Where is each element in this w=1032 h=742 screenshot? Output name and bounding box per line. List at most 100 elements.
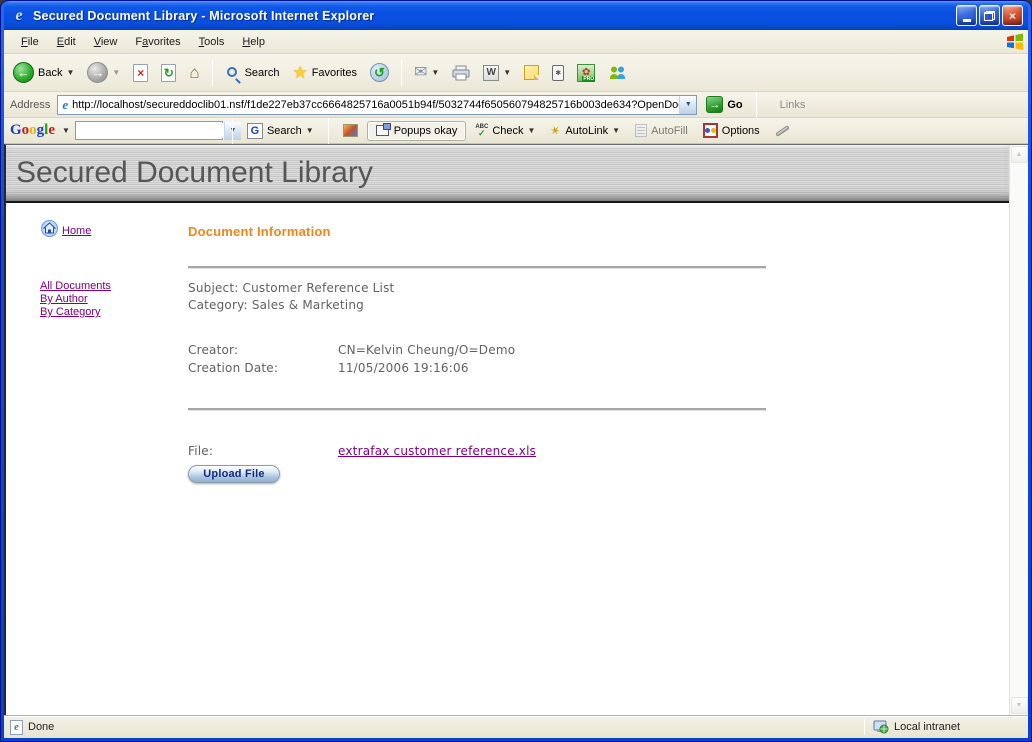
stop-button[interactable]: × (128, 61, 153, 85)
edit-dropdown-icon: ▼ (503, 68, 511, 77)
scroll-down-button[interactable]: ▼ (1011, 697, 1028, 714)
google-search-dropdown-icon: ▼ (306, 126, 314, 135)
upload-file-button[interactable]: Upload File (188, 465, 280, 483)
windows-logo-icon (1004, 31, 1026, 53)
horizontal-rule (188, 266, 766, 269)
favorites-star-icon: ★ (292, 64, 307, 81)
pagerank-button[interactable] (338, 121, 363, 140)
autofill-icon (635, 124, 647, 137)
google-search-button[interactable]: G Search ▼ (242, 120, 319, 142)
browser-window: e Secured Document Library - Microsoft I… (0, 0, 1032, 742)
scroll-down-icon: ▼ (1016, 702, 1023, 709)
restore-icon (984, 11, 995, 21)
forward-button[interactable]: → ▼ (82, 59, 125, 86)
spellcheck-button[interactable]: ABC✓ Check ▼ (470, 121, 540, 141)
autolink-label: AutoLink (565, 125, 608, 137)
back-dropdown-icon: ▼ (66, 68, 74, 77)
google-logo[interactable]: Google (10, 122, 55, 139)
autolink-button[interactable]: ✶ AutoLink ▼ (545, 120, 625, 142)
sidebar-home-link[interactable]: Home (40, 220, 188, 237)
back-button[interactable]: ← Back ▼ (8, 59, 79, 86)
security-zone-label: Local intranet (894, 721, 960, 733)
creator-block: Creator: CN=Kelvin Cheung/O=Demo Creatio… (188, 341, 766, 377)
home-link-label[interactable]: Home (62, 225, 91, 237)
menu-view[interactable]: View (85, 33, 127, 51)
mail-icon: ✉ (414, 65, 427, 81)
sidebar-link-by-category[interactable]: By Category (40, 306, 188, 318)
mail-button[interactable]: ✉ ▼ (409, 62, 444, 84)
close-button[interactable]: × (1002, 5, 1023, 26)
back-icon: ← (13, 62, 34, 83)
history-button[interactable]: ↺ (365, 60, 394, 85)
scroll-up-icon: ▲ (1016, 151, 1023, 158)
mobile-device-button[interactable]: ✱ (547, 62, 569, 84)
spellcheck-label: Check (492, 125, 523, 137)
creation-date-label: Creation Date: (188, 359, 338, 377)
search-button[interactable]: Search (220, 62, 285, 84)
favorites-button[interactable]: ★ Favorites (287, 61, 362, 84)
standard-toolbar: ← Back ▼ → ▼ × ↻ ⌂ Search ★ (4, 54, 1028, 92)
local-intranet-icon (873, 720, 889, 734)
menu-favorites[interactable]: Favorites (126, 33, 189, 51)
home-button[interactable]: ⌂ (184, 61, 204, 84)
scroll-up-button[interactable]: ▲ (1011, 146, 1028, 163)
menu-bar: File Edit View Favorites Tools Help (4, 30, 1028, 54)
links-label[interactable]: Links (780, 99, 806, 111)
options-button[interactable]: Options (698, 120, 765, 141)
sidebar-link-by-author[interactable]: By Author (40, 293, 188, 305)
subject-value: Customer Reference List (243, 281, 395, 295)
icq-icon: ✿PRO (577, 64, 595, 82)
icq-button[interactable]: ✿PRO (572, 61, 600, 85)
vertical-scrollbar[interactable]: ▲ ▼ (1009, 145, 1028, 715)
creator-row: Creator: CN=Kelvin Cheung/O=Demo (188, 341, 766, 359)
note-icon (524, 65, 539, 80)
print-button[interactable] (447, 62, 475, 84)
google-search-input[interactable] (76, 123, 224, 138)
page-icon: e (58, 97, 72, 113)
file-link[interactable]: extrafax customer reference.xls (338, 442, 536, 460)
back-label: Back (38, 67, 62, 79)
menu-help[interactable]: Help (233, 33, 274, 51)
stop-icon: × (133, 64, 148, 82)
menu-edit[interactable]: Edit (48, 33, 85, 51)
creator-value: CN=Kelvin Cheung/O=Demo (338, 341, 515, 359)
address-input[interactable]: e http://localhost/secureddoclib01.nsf/f… (57, 95, 697, 115)
notes-button[interactable] (519, 62, 544, 83)
spellcheck-icon: ABC✓ (475, 124, 488, 138)
highlight-button[interactable] (770, 126, 795, 136)
google-search-box[interactable]: ▼ (75, 121, 223, 140)
go-button[interactable]: → Go (702, 95, 746, 114)
address-dropdown-button[interactable]: ▼ (679, 96, 696, 114)
title-bar[interactable]: e Secured Document Library - Microsoft I… (4, 1, 1028, 30)
toolbar-separator (401, 60, 402, 86)
ie-logo-icon: e (10, 7, 28, 25)
google-toolbar: Google ▼ ▼ G Search ▼ Popups okay ABC✓ C… (4, 118, 1028, 144)
home-house-icon (40, 220, 59, 237)
sidebar-link-all-documents[interactable]: All Documents (40, 280, 188, 292)
minimize-button[interactable] (956, 5, 977, 26)
menu-file[interactable]: File (12, 33, 48, 51)
restore-button[interactable] (979, 5, 1000, 26)
refresh-button[interactable]: ↻ (156, 61, 181, 85)
edit-with-word-button[interactable]: W ▼ (478, 62, 516, 84)
favorites-label: Favorites (312, 67, 357, 79)
popup-blocker-button[interactable]: Popups okay (368, 122, 466, 140)
print-icon (452, 65, 470, 81)
document-info-section: Document Information Subject: Customer R… (188, 203, 766, 483)
google-search-label: Search (267, 125, 302, 137)
creation-date-row: Creation Date: 11/05/2006 19:16:06 (188, 359, 766, 377)
address-bar: Address e http://localhost/secureddoclib… (4, 92, 1028, 118)
autofill-label: AutoFill (651, 125, 688, 137)
subject-line: Subject: Customer Reference List (188, 280, 766, 297)
page-title: Secured Document Library (16, 156, 373, 190)
menu-tools[interactable]: Tools (190, 33, 234, 51)
popup-icon (376, 125, 389, 136)
messenger-button[interactable] (603, 62, 632, 84)
history-icon: ↺ (370, 63, 389, 82)
page-viewport: Secured Document Library Home (4, 144, 1028, 715)
file-block: File: extrafax customer reference.xls Up… (188, 442, 766, 483)
status-text: Done (28, 721, 54, 733)
address-url[interactable]: http://localhost/secureddoclib01.nsf/f1d… (72, 99, 679, 111)
minimize-icon (963, 19, 971, 22)
icq-pro-badge: PRO (582, 76, 595, 82)
